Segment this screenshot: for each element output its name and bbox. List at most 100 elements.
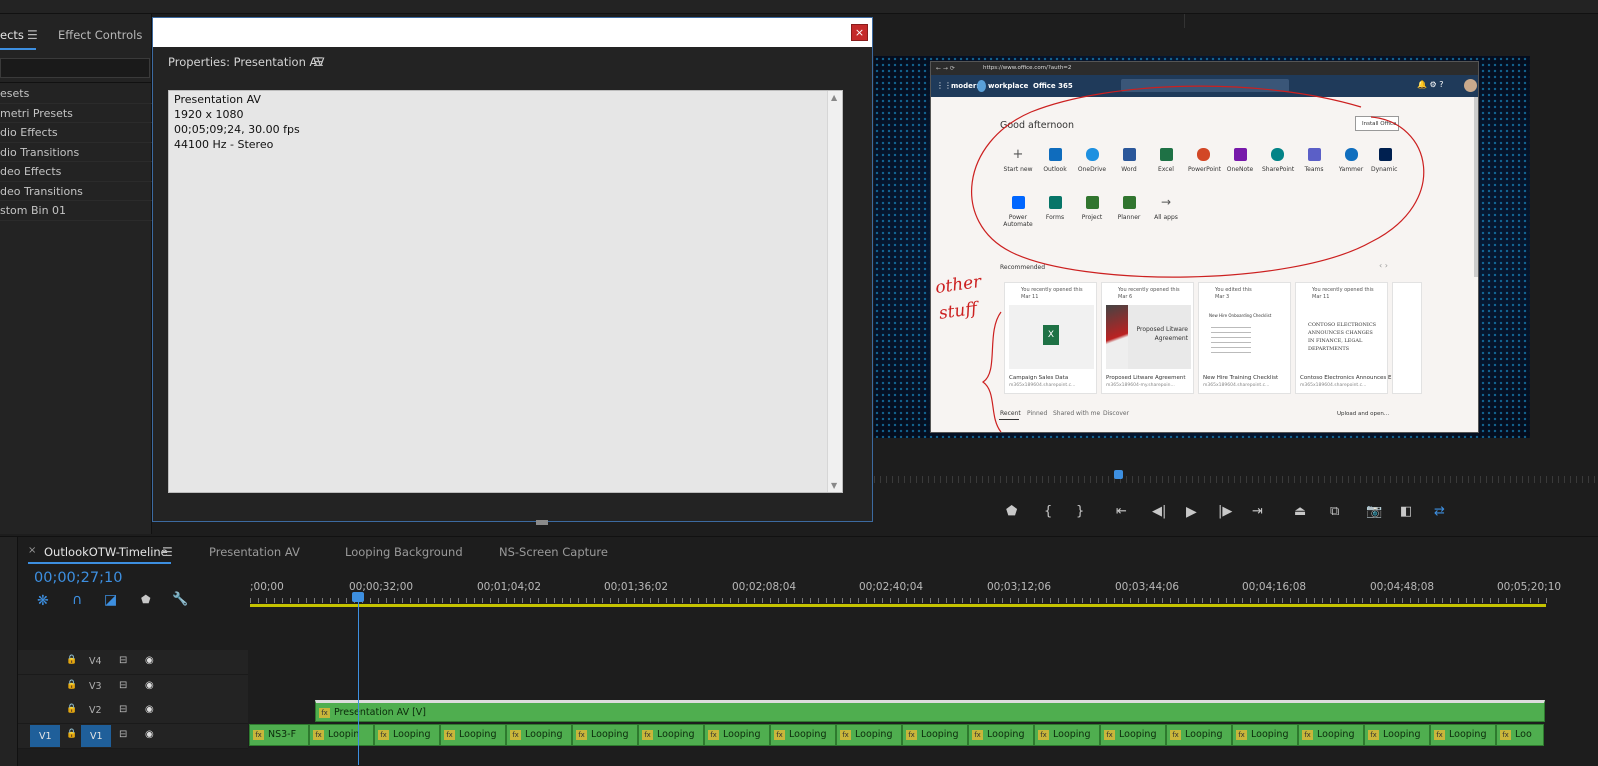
clip[interactable]: fx Looping (770, 724, 836, 746)
clip[interactable]: fx NS3-F (249, 724, 309, 746)
ruler-ticks (250, 598, 1550, 603)
clip[interactable]: fx Looping (704, 724, 770, 746)
clip[interactable]: fx Looping (968, 724, 1034, 746)
active-tab-underline (28, 562, 171, 564)
sync-lock-icon[interactable]: ⊟ (119, 704, 127, 715)
effects-item-presets[interactable]: esets (0, 84, 152, 104)
browser-screenshot: ← → ⟳ https://www.office.com/?auth=2 ⋮⋮ … (930, 61, 1479, 433)
track-target-v1[interactable]: V1 (81, 725, 111, 747)
scroll-down-icon[interactable]: ▼ (831, 481, 837, 490)
clip[interactable]: fx Looping (836, 724, 902, 746)
timeline-menu-icon[interactable]: ☰ (162, 545, 173, 559)
scroll-up-icon[interactable]: ▲ (831, 93, 837, 102)
comparison-view-icon[interactable]: ◧ (1400, 504, 1412, 519)
clip[interactable]: fx Loopin (309, 724, 374, 746)
export-frame-icon[interactable]: 📷 (1366, 504, 1382, 519)
play-icon[interactable]: ▶ (1186, 504, 1197, 520)
lock-icon[interactable]: 🔒 (66, 680, 77, 690)
lock-icon[interactable]: 🔒 (66, 655, 77, 665)
linked-selection-icon[interactable]: ◪ (104, 592, 117, 608)
mark-in-icon[interactable]: { (1044, 504, 1052, 519)
effects-menu-icon[interactable]: ☰ (27, 28, 38, 42)
ruler-label: 00;02;08;04 (732, 581, 797, 593)
clip[interactable]: fx Looping (506, 724, 572, 746)
extract-icon[interactable]: ⧉ (1330, 504, 1339, 519)
clip[interactable]: fx Looping (440, 724, 506, 746)
clip[interactable]: fx Looping (1034, 724, 1100, 746)
work-area-bar[interactable] (250, 604, 1546, 607)
effects-item-custom-bin[interactable]: stom Bin 01 (0, 201, 152, 221)
clip[interactable]: fx Looping (1100, 724, 1166, 746)
clip[interactable]: fx Looping (638, 724, 704, 746)
effects-search-input[interactable] (0, 58, 150, 78)
close-icon[interactable]: × (851, 24, 868, 41)
clip[interactable]: fx Loo (1496, 724, 1544, 746)
go-to-in-icon[interactable]: ⇤ (1116, 504, 1127, 519)
monitor-playhead[interactable] (1114, 470, 1123, 479)
track-header-v2: 🔒 V2 ⊟ ◉ (18, 699, 248, 724)
eye-icon[interactable]: ◉ (145, 655, 154, 666)
track-header-v4: 🔒 V4 ⊟ ◉ (18, 650, 248, 675)
program-monitor-frame[interactable]: ← → ⟳ https://www.office.com/?auth=2 ⋮⋮ … (874, 56, 1530, 438)
top-strip (0, 0, 1598, 14)
lock-icon[interactable]: 🔒 (66, 729, 77, 739)
panel-grip-icon[interactable] (536, 520, 548, 525)
properties-line: 00;05;09;24, 30.00 fps (174, 123, 300, 136)
clip[interactable]: fx Looping (1232, 724, 1298, 746)
lift-icon[interactable]: ⏏ (1294, 504, 1306, 519)
dialog-scrollbar[interactable]: ▲ ▼ (827, 91, 842, 492)
tools-strip (0, 537, 18, 766)
tab-ns-screen-capture[interactable]: NS-Screen Capture (499, 545, 608, 559)
dialog-titlebar[interactable]: × (153, 18, 872, 47)
go-to-out-icon[interactable]: ⇥ (1252, 504, 1263, 519)
properties-text-area[interactable]: Presentation AV 1920 x 1080 00;05;09;24,… (168, 90, 843, 493)
track-name: V4 (89, 656, 102, 667)
step-forward-icon[interactable]: |▶ (1218, 504, 1232, 519)
eye-icon[interactable]: ◉ (145, 680, 154, 691)
properties-lines: Presentation AV 1920 x 1080 00;05;09;24,… (174, 92, 300, 152)
clip-presentation-av[interactable]: fx Presentation AV [V] (315, 700, 1545, 722)
ruler-label: 00;05;20;10 (1497, 581, 1562, 593)
playhead-line[interactable] (358, 596, 359, 765)
playhead-handle[interactable] (352, 592, 364, 602)
mark-out-icon[interactable]: } (1076, 504, 1084, 519)
ruler-label: ;00;00 (250, 581, 284, 593)
clip[interactable]: fx Looping (902, 724, 968, 746)
effects-item-lumetri-presets[interactable]: metri Presets (0, 104, 152, 123)
source-patch-v1[interactable]: V1 (30, 725, 60, 747)
tab-looping-background[interactable]: Looping Background (345, 545, 463, 559)
add-marker-icon[interactable]: ⬟ (141, 593, 151, 606)
clip[interactable]: fx Looping (572, 724, 638, 746)
monitor-time-ruler[interactable] (874, 476, 1598, 483)
eye-icon[interactable]: ◉ (145, 704, 154, 715)
tab-effect-controls[interactable]: Effect Controls (58, 28, 142, 42)
effects-item-audio-effects[interactable]: dio Effects (0, 123, 152, 143)
effects-item-audio-transitions[interactable]: dio Transitions (0, 143, 152, 162)
snap-icon[interactable]: ∩ (72, 592, 82, 608)
wrench-icon[interactable]: 🔧 (172, 592, 188, 607)
clip[interactable]: fx Looping (1430, 724, 1496, 746)
nest-toggle-icon[interactable]: ❋ (37, 593, 49, 609)
clip[interactable]: fx Looping (1166, 724, 1232, 746)
effects-item-video-transitions[interactable]: deo Transitions (0, 182, 152, 201)
tab-presentation-av[interactable]: Presentation AV (209, 545, 300, 559)
playhead-timecode[interactable]: 00;00;27;10 (34, 570, 122, 586)
clip[interactable]: fx Looping (1364, 724, 1430, 746)
sync-lock-icon[interactable]: ⊟ (119, 680, 127, 691)
tab-effects[interactable]: ects (0, 28, 24, 42)
effects-item-video-effects[interactable]: deo Effects (0, 162, 152, 182)
clip[interactable]: fx Looping (374, 724, 440, 746)
tab-outlookotw-timeline[interactable]: OutlookOTW-Timeline (44, 545, 168, 559)
close-icon[interactable]: × (28, 545, 36, 556)
sync-lock-icon[interactable]: ⊟ (119, 729, 127, 740)
ruler-label: 00;04;48;08 (1370, 581, 1435, 593)
dialog-menu-icon[interactable]: ☰ (313, 55, 324, 69)
step-back-icon[interactable]: ◀| (1152, 504, 1166, 519)
sync-lock-icon[interactable]: ⊟ (119, 655, 127, 666)
add-marker-icon[interactable]: ⬟ (1006, 504, 1017, 519)
track-name: V3 (89, 681, 102, 692)
proxy-toggle-icon[interactable]: ⇄ (1434, 504, 1445, 519)
lock-icon[interactable]: 🔒 (66, 704, 77, 714)
eye-icon[interactable]: ◉ (145, 729, 154, 740)
clip[interactable]: fx Looping (1298, 724, 1364, 746)
